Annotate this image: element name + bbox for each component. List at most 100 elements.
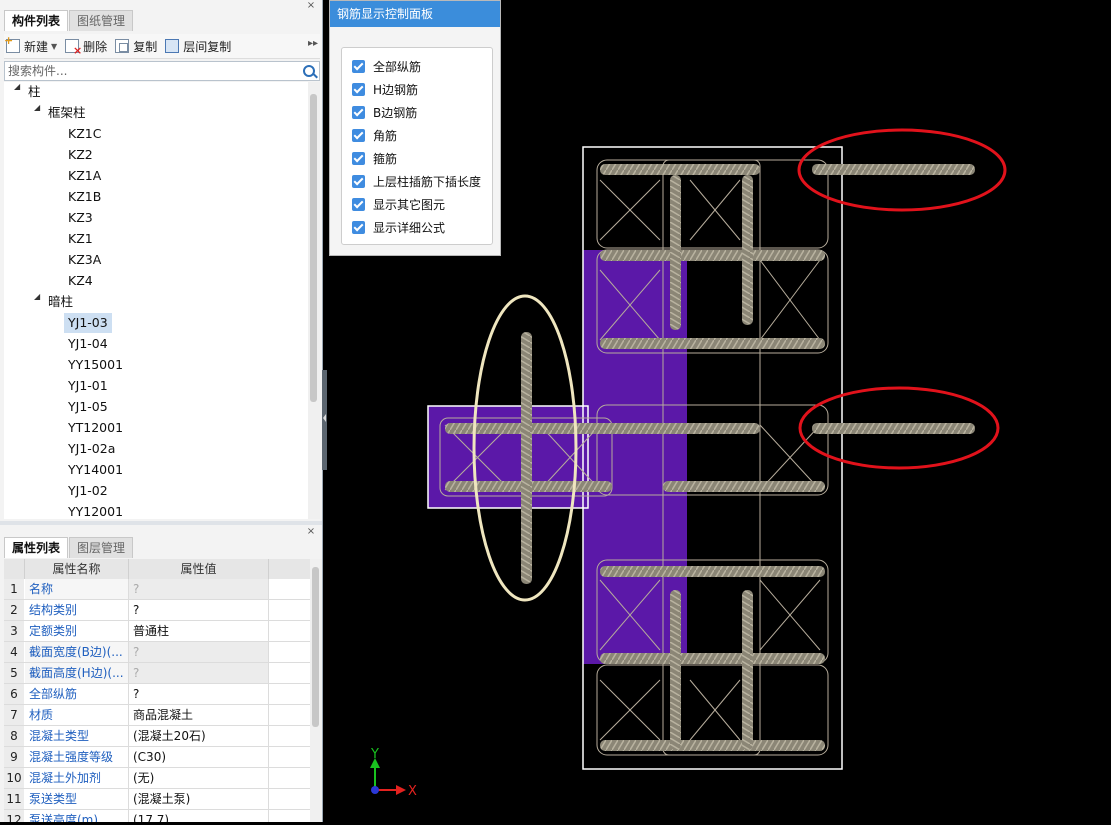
table-row[interactable]: 6 全部纵筋 ? — [4, 684, 310, 705]
tree-item[interactable]: YY14001 — [68, 460, 123, 480]
property-table-header: 属性名称 属性值 — [4, 559, 310, 580]
tree-item[interactable]: KZ3 — [68, 208, 93, 228]
table-row[interactable]: 8 混凝土类型 (混凝土20石) — [4, 726, 310, 747]
tab-layer-management[interactable]: 图层管理 — [69, 537, 134, 558]
table-row[interactable]: 4 截面宽度(B边)(... ? — [4, 642, 310, 663]
property-name: 泵送高度(m) — [25, 810, 129, 822]
component-panel-close-icon[interactable]: × — [306, 1, 316, 11]
option-stirrup[interactable]: 箍筋 — [352, 148, 397, 168]
floor-copy-button[interactable]: 层间复制 — [163, 35, 237, 57]
tree-scrollbar-thumb[interactable] — [310, 94, 317, 402]
search-input[interactable] — [5, 62, 301, 80]
checkbox-checked-icon[interactable] — [352, 59, 365, 73]
checkbox-checked-icon[interactable] — [352, 151, 365, 165]
tree-item[interactable]: YT12001 — [68, 418, 123, 438]
checkbox-checked-icon[interactable] — [352, 174, 365, 188]
tree-item[interactable]: KZ1A — [68, 166, 101, 186]
option-label: 上层柱插筋下插长度 — [373, 174, 482, 189]
copy-button-label: 复制 — [133, 39, 158, 54]
tree-group-hidden-column[interactable]: 暗柱 — [48, 292, 73, 312]
tab-component-list[interactable]: 构件列表 — [4, 10, 69, 31]
tab-drawing-management[interactable]: 图纸管理 — [69, 10, 134, 31]
option-label: 箍筋 — [373, 151, 398, 166]
tree-item[interactable]: YJ1-01 — [68, 376, 108, 396]
option-upper-dowel-length[interactable]: 上层柱插筋下插长度 — [352, 171, 481, 191]
tree-item[interactable]: KZ2 — [68, 145, 93, 165]
option-show-other-elements[interactable]: 显示其它图元 — [352, 194, 445, 214]
delete-button[interactable]: 删除 — [63, 35, 113, 57]
property-scrollbar-thumb[interactable] — [312, 567, 319, 727]
property-value[interactable]: ? — [129, 663, 269, 683]
property-scrollbar[interactable] — [310, 559, 322, 822]
property-name: 全部纵筋 — [25, 684, 129, 704]
tree-node-column[interactable]: 柱 — [28, 82, 41, 102]
axis-indicator — [370, 758, 406, 795]
chevron-down-icon[interactable]: ▼ — [51, 42, 57, 51]
table-row[interactable]: 10 混凝土外加剂 (无) — [4, 768, 310, 789]
row-number: 11 — [4, 789, 24, 809]
new-button-label: 新建 — [24, 39, 49, 54]
section-divider[interactable] — [0, 521, 322, 525]
property-panel-close-icon[interactable]: × — [306, 527, 316, 537]
option-b-side-rebar[interactable]: B边钢筋 — [352, 102, 417, 122]
table-row[interactable]: 3 定额类别 普通柱 — [4, 621, 310, 642]
toolbar-overflow-icon[interactable]: ▸▸ — [308, 38, 318, 49]
property-panel-tabs: 属性列表 图层管理 — [4, 537, 134, 559]
table-row[interactable]: 7 材质 商品混凝土 — [4, 705, 310, 726]
option-all-longitudinal[interactable]: 全部纵筋 — [352, 56, 421, 76]
property-value[interactable]: (无) — [129, 768, 269, 788]
tree-item[interactable]: YJ1-04 — [68, 334, 108, 354]
tree-item[interactable]: YY15001 — [68, 355, 123, 375]
component-toolbar: 新建 ▼ 删除 复制 层间复制 ▸▸ — [4, 34, 320, 59]
expand-triangle-icon[interactable]: ◢ — [34, 292, 44, 312]
tree-item[interactable]: KZ1 — [68, 229, 93, 249]
property-value[interactable]: 商品混凝土 — [129, 705, 269, 725]
property-value[interactable]: 普通柱 — [129, 621, 269, 641]
checkbox-checked-icon[interactable] — [352, 197, 365, 211]
tree-item[interactable]: KZ1B — [68, 187, 101, 207]
tree-item[interactable]: KZ3A — [68, 250, 101, 270]
property-value[interactable]: ? — [129, 600, 269, 620]
checkbox-checked-icon[interactable] — [352, 82, 365, 96]
property-value[interactable]: (17.7) — [129, 810, 269, 822]
property-value[interactable]: ? — [129, 684, 269, 704]
checkbox-checked-icon[interactable] — [352, 128, 365, 142]
row-number: 12 — [4, 810, 24, 822]
option-h-side-rebar[interactable]: H边钢筋 — [352, 79, 418, 99]
option-show-detailed-formula[interactable]: 显示详细公式 — [352, 217, 445, 237]
new-button[interactable]: 新建 ▼ — [4, 34, 63, 57]
checkbox-checked-icon[interactable] — [352, 220, 365, 234]
property-name: 混凝土类型 — [25, 726, 129, 746]
table-row[interactable]: 12 泵送高度(m) (17.7) — [4, 810, 310, 822]
expand-triangle-icon[interactable]: ◢ — [34, 103, 44, 123]
property-value[interactable]: (混凝土泵) — [129, 789, 269, 809]
tab-property-list[interactable]: 属性列表 — [4, 537, 69, 558]
table-row[interactable]: 2 结构类别 ? — [4, 600, 310, 621]
table-row[interactable]: 1 名称 ? — [4, 579, 310, 600]
tree-group-frame-column[interactable]: 框架柱 — [48, 103, 86, 123]
expand-triangle-icon[interactable]: ◢ — [14, 82, 24, 102]
tree-item[interactable]: YJ1-02a — [68, 439, 115, 459]
tree-item[interactable]: YY12001 — [68, 502, 123, 519]
table-row[interactable]: 9 混凝土强度等级 (C30) — [4, 747, 310, 768]
tree-item[interactable]: KZ4 — [68, 271, 93, 291]
property-value[interactable]: (C30) — [129, 747, 269, 767]
property-name: 结构类别 — [25, 600, 129, 620]
tree-item[interactable]: KZ1C — [68, 124, 101, 144]
tree-scrollbar[interactable] — [308, 82, 320, 519]
tree-item[interactable]: YJ1-02 — [68, 481, 108, 501]
table-row[interactable]: 11 泵送类型 (混凝土泵) — [4, 789, 310, 810]
property-value[interactable]: ? — [129, 579, 269, 599]
table-row[interactable]: 5 截面高度(H边)(... ? — [4, 663, 310, 684]
search-icon[interactable] — [303, 65, 315, 77]
row-number: 5 — [4, 663, 24, 683]
option-corner-rebar[interactable]: 角筋 — [352, 125, 397, 145]
tree-item[interactable]: YJ1-05 — [68, 397, 108, 417]
copy-button[interactable]: 复制 — [113, 35, 163, 57]
checkbox-checked-icon[interactable] — [352, 105, 365, 119]
tree-item-selected[interactable]: YJ1-03 — [64, 313, 112, 333]
property-name: 混凝土强度等级 — [25, 747, 129, 767]
property-value[interactable]: ? — [129, 642, 269, 662]
option-label: 角筋 — [373, 128, 398, 143]
property-value[interactable]: (混凝土20石) — [129, 726, 269, 746]
